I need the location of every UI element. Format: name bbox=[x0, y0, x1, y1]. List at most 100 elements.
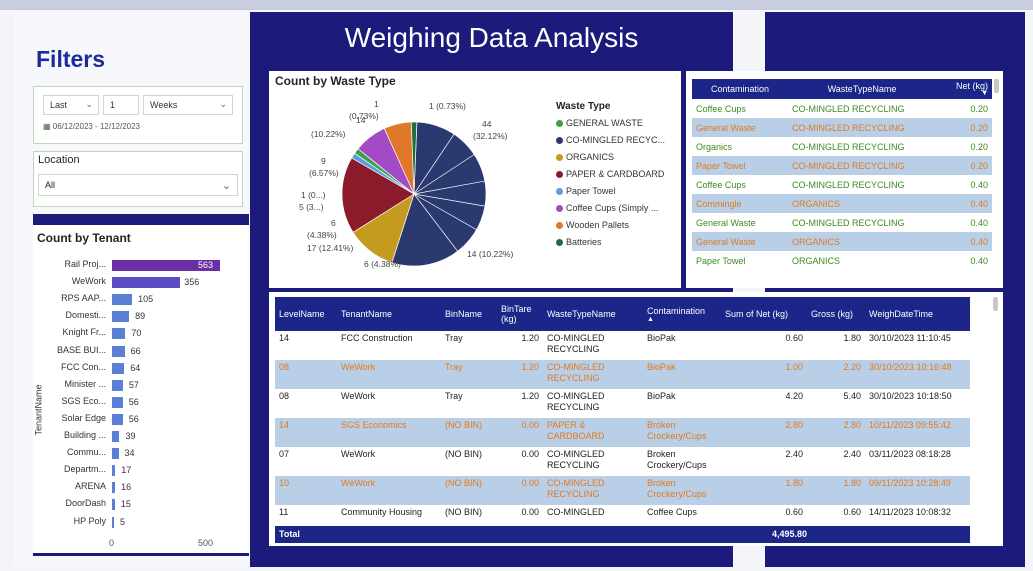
pie-data-label: 1 (0...) bbox=[301, 190, 326, 200]
table-cell: FCC Construction bbox=[341, 333, 413, 343]
table-row[interactable]: General Waste CO-MINGLED RECYCLING 0.20 bbox=[692, 118, 992, 137]
contamination-table-card: Contamination WasteTypeName Net (kg) ▼ Co… bbox=[686, 71, 1003, 288]
relative-unit-select[interactable]: Weeks ⌄ bbox=[143, 95, 233, 115]
tenant-bar[interactable] bbox=[112, 345, 125, 357]
tenant-label: ARENA bbox=[74, 481, 106, 492]
legend-label: PAPER & CARDBOARD bbox=[566, 169, 665, 179]
legend-dot-icon bbox=[556, 222, 563, 230]
table-row[interactable]: Paper Towel CO-MINGLED RECYCLING 0.20 bbox=[692, 156, 992, 175]
relative-count-value: 1 bbox=[110, 100, 116, 110]
legend-item[interactable]: PAPER & CARDBOARD bbox=[556, 169, 665, 179]
col-wastetype[interactable]: WasteTypeName bbox=[788, 79, 936, 99]
tenant-label: Knight Fr... bbox=[62, 327, 106, 338]
col-level[interactable]: LevelName bbox=[275, 297, 337, 331]
col-datetime[interactable]: WeighDateTime bbox=[865, 297, 970, 331]
tenant-value-label: 563 bbox=[198, 260, 214, 270]
tenant-bar[interactable] bbox=[112, 362, 125, 374]
tenant-bar-plot: Rail Proj... 563 WeWork 356 RPS AAP... 105 Dom… bbox=[33, 225, 249, 553]
sort-down-icon: ▼ bbox=[981, 90, 988, 97]
col-contamination2-label: Contamination bbox=[647, 305, 706, 316]
table-cell: 1.20 bbox=[521, 391, 539, 401]
table-row[interactable]: General Waste CO-MINGLED RECYCLING 0.40 bbox=[692, 213, 992, 232]
tenant-chart-card: Count by Tenant TenantName Rail Proj... 5… bbox=[33, 225, 249, 553]
legend-item[interactable]: ORGANICS bbox=[556, 152, 665, 162]
tenant-bar[interactable] bbox=[112, 311, 130, 323]
legend-item[interactable]: Batteries bbox=[556, 237, 665, 247]
pie-data-label: 5 (3...) bbox=[299, 202, 324, 212]
relative-count-input[interactable]: 1 bbox=[103, 95, 139, 115]
tenant-tick-0: 0 bbox=[109, 538, 115, 548]
table-row[interactable]: General Waste ORGANICS 0.40 bbox=[692, 232, 992, 251]
table-row[interactable]: Paper Towel ORGANICS 0.40 bbox=[692, 251, 992, 270]
table-cell: WeWork bbox=[337, 476, 441, 505]
tenant-bar[interactable] bbox=[112, 465, 116, 477]
table-cell: 1.80 bbox=[807, 476, 865, 505]
table-cell: 0.40 bbox=[936, 194, 992, 213]
legend-item[interactable]: Wooden Pallets bbox=[556, 220, 665, 230]
table-cell: CO-MINGLED bbox=[547, 507, 605, 517]
pie-data-label: (32.12%) bbox=[473, 131, 508, 141]
tenant-label: Minister ... bbox=[64, 378, 106, 389]
tenant-bar[interactable] bbox=[112, 328, 126, 340]
legend-label: Paper Towel bbox=[566, 186, 616, 196]
col-bintare[interactable]: BinTare (kg) bbox=[497, 297, 543, 331]
tenant-bar[interactable] bbox=[112, 431, 120, 442]
relative-mode-select[interactable]: Last ⌄ bbox=[43, 95, 99, 115]
tenant-bar[interactable] bbox=[112, 499, 115, 511]
detail-scrollbar[interactable] bbox=[993, 297, 998, 311]
tenant-value-label: 15 bbox=[120, 499, 131, 510]
table-cell: Community Housing bbox=[341, 507, 423, 517]
table-cell: WeWork bbox=[337, 360, 441, 389]
col-bin[interactable]: BinName bbox=[441, 297, 497, 331]
table-row[interactable]: Commingle ORGANICS 0.40 bbox=[692, 194, 992, 213]
table-row[interactable]: Coffee Cups CO-MINGLED RECYCLING 0.20 bbox=[692, 99, 992, 118]
table-row[interactable]: 14 SGS Economics (NO BIN) 0.00 PAPER & CARDB… bbox=[275, 418, 970, 447]
tenant-bar[interactable] bbox=[112, 379, 123, 391]
legend-title: Waste Type bbox=[556, 101, 611, 112]
tenant-label: Rail Proj... bbox=[64, 259, 106, 269]
tenant-bar[interactable] bbox=[112, 448, 119, 460]
table-cell: ORGANICS bbox=[788, 232, 936, 251]
col-tenant[interactable]: TenantName bbox=[337, 297, 441, 331]
col-contamination2[interactable]: Contamination ▲ bbox=[643, 297, 721, 331]
date-range: ▦ 06/12/2023 - 12/12/2023 bbox=[43, 122, 140, 131]
tenant-bar[interactable] bbox=[112, 294, 133, 306]
table-cell: 14 bbox=[275, 418, 337, 447]
legend-item[interactable]: Coffee Cups (Simply ... bbox=[556, 203, 665, 213]
legend-item[interactable]: CO-MINGLED RECYC... bbox=[556, 135, 665, 145]
table-cell: CO-MINGLED RECYCLING bbox=[792, 141, 905, 152]
tenant-bar[interactable] bbox=[112, 413, 123, 425]
legend-item[interactable]: GENERAL WASTE bbox=[556, 118, 665, 128]
col-contamination[interactable]: Contamination bbox=[692, 79, 788, 99]
table-row[interactable]: 07 WeWork (NO BIN) 0.00 CO-MINGLED RECYCLING… bbox=[275, 447, 970, 476]
tenant-bar[interactable] bbox=[112, 277, 181, 289]
tenant-bar[interactable] bbox=[112, 396, 123, 408]
table-row[interactable]: 11 Community Housing (NO BIN) 0.00 CO-MINGLE… bbox=[275, 505, 970, 517]
table-row[interactable]: 14 FCC Construction Tray 1.20 CO-MINGLED REC… bbox=[275, 331, 970, 360]
table-cell: CO-MINGLED RECYCLING bbox=[792, 179, 905, 190]
table-cell: BioPak bbox=[647, 391, 676, 401]
table-row[interactable]: 08 WeWork Tray 1.20 CO-MINGLED RECYCLING BioP… bbox=[275, 389, 970, 418]
table-cell: WeWork bbox=[341, 449, 376, 459]
col-gross[interactable]: Gross (kg) bbox=[807, 297, 865, 331]
table-row[interactable]: 08 WeWork Tray 1.20 CO-MINGLED RECYCLING BioP… bbox=[275, 360, 970, 389]
col-sumnet[interactable]: Sum of Net (kg) bbox=[721, 297, 807, 331]
table-row[interactable]: 10 WeWork (NO BIN) 0.00 CO-MINGLED RECYCLING… bbox=[275, 476, 970, 505]
col-wastetype2[interactable]: WasteTypeName bbox=[543, 297, 643, 331]
table-cell: Tray bbox=[445, 333, 463, 343]
table-cell: 5.40 bbox=[843, 391, 861, 401]
col-net[interactable]: Net (kg) ▼ bbox=[936, 79, 992, 99]
location-value: All bbox=[45, 180, 56, 190]
table-row[interactable]: Coffee Cups CO-MINGLED RECYCLING 0.40 bbox=[692, 175, 992, 194]
tenant-bar[interactable] bbox=[112, 516, 114, 528]
tenant-bar[interactable] bbox=[112, 482, 116, 494]
table-cell: WeWork bbox=[341, 391, 376, 401]
legend-item[interactable]: Paper Towel bbox=[556, 186, 665, 196]
location-select[interactable]: All ⌄ bbox=[38, 174, 238, 196]
legend-dot-icon bbox=[556, 205, 563, 213]
tenant-tick-500: 500 bbox=[198, 538, 214, 548]
contamination-scrollbar[interactable] bbox=[994, 79, 999, 93]
table-row[interactable]: Organics CO-MINGLED RECYCLING 0.20 bbox=[692, 137, 992, 156]
table-cell: 4.20 bbox=[785, 391, 803, 401]
table-cell: 0.00 bbox=[497, 476, 543, 505]
